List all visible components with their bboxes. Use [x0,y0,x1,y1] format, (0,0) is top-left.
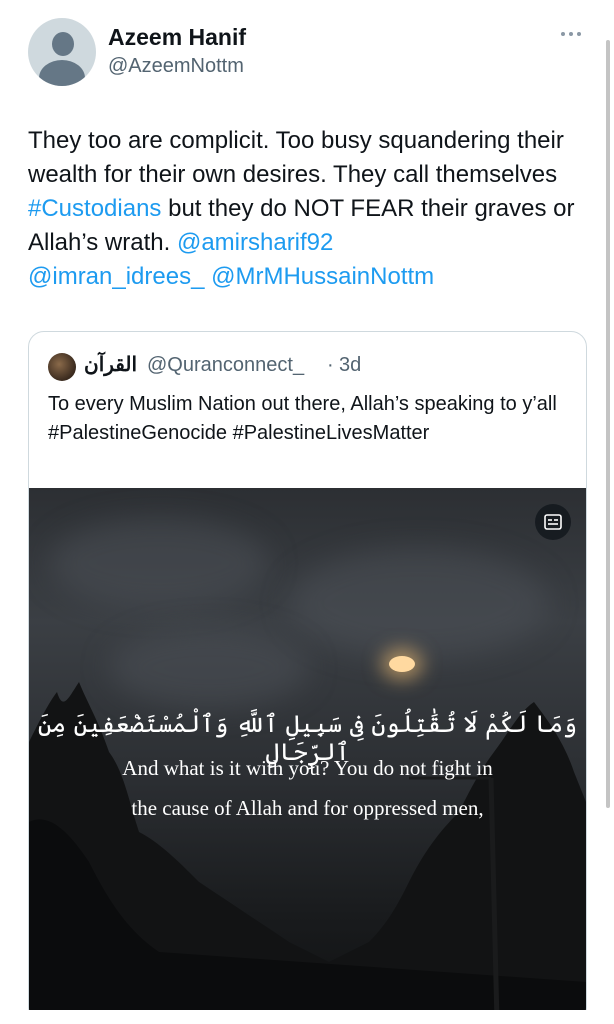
tweet-card[interactable]: Azeem Hanif @AzeemNottm They too are com… [0,0,614,1024]
quote-video[interactable]: وَمَا لَكُمْ لَا تُقَٰتِلُونَ فِى سَبِيل… [29,488,586,1022]
quote-author-handle[interactable]: @Quranconnect_ [147,354,304,377]
cloud [49,518,269,608]
quoted-tweet[interactable]: القرآن @Quranconnect_ · 3d To every Musl… [28,331,587,1023]
avatar-body [39,60,85,86]
caption-icon-glyph [544,514,562,530]
hashtag-custodians[interactable]: #Custodians [28,195,161,222]
dot [577,32,581,36]
tweet-text-part: They too are complicit. Too busy squande… [28,127,564,188]
video-caption-line-2: the cause of Allah and for oppressed men… [131,796,484,820]
mention-imran-idrees[interactable]: @imran_idrees_ [28,263,204,290]
quote-text: To every Muslim Nation out there, Allah’… [48,393,557,444]
dot [561,32,565,36]
more-dots-icon[interactable] [556,22,586,46]
tweet-text: They too are complicit. Too busy squande… [28,124,598,294]
quote-author-name[interactable]: القرآن [84,352,137,377]
author-handle[interactable]: @AzeemNottm [108,55,244,78]
avatar[interactable] [28,18,96,86]
mention-amirsharif92[interactable]: @amirsharif92 [177,229,333,256]
scrollbar[interactable] [606,40,610,808]
dot [569,32,573,36]
author-name[interactable]: Azeem Hanif [108,24,246,51]
mention-mrmhussainnottm[interactable]: @MrMHussainNottm [211,263,434,290]
video-caption-line-1: And what is it with you? You do not figh… [122,756,493,780]
separator-dot: · [327,354,334,376]
bottom-bar [0,1010,614,1024]
street-lamp [389,656,415,672]
caption-icon[interactable] [535,504,571,540]
quote-avatar[interactable] [48,353,76,381]
avatar-head [52,32,74,56]
quote-timestamp[interactable]: 3d [339,354,361,377]
